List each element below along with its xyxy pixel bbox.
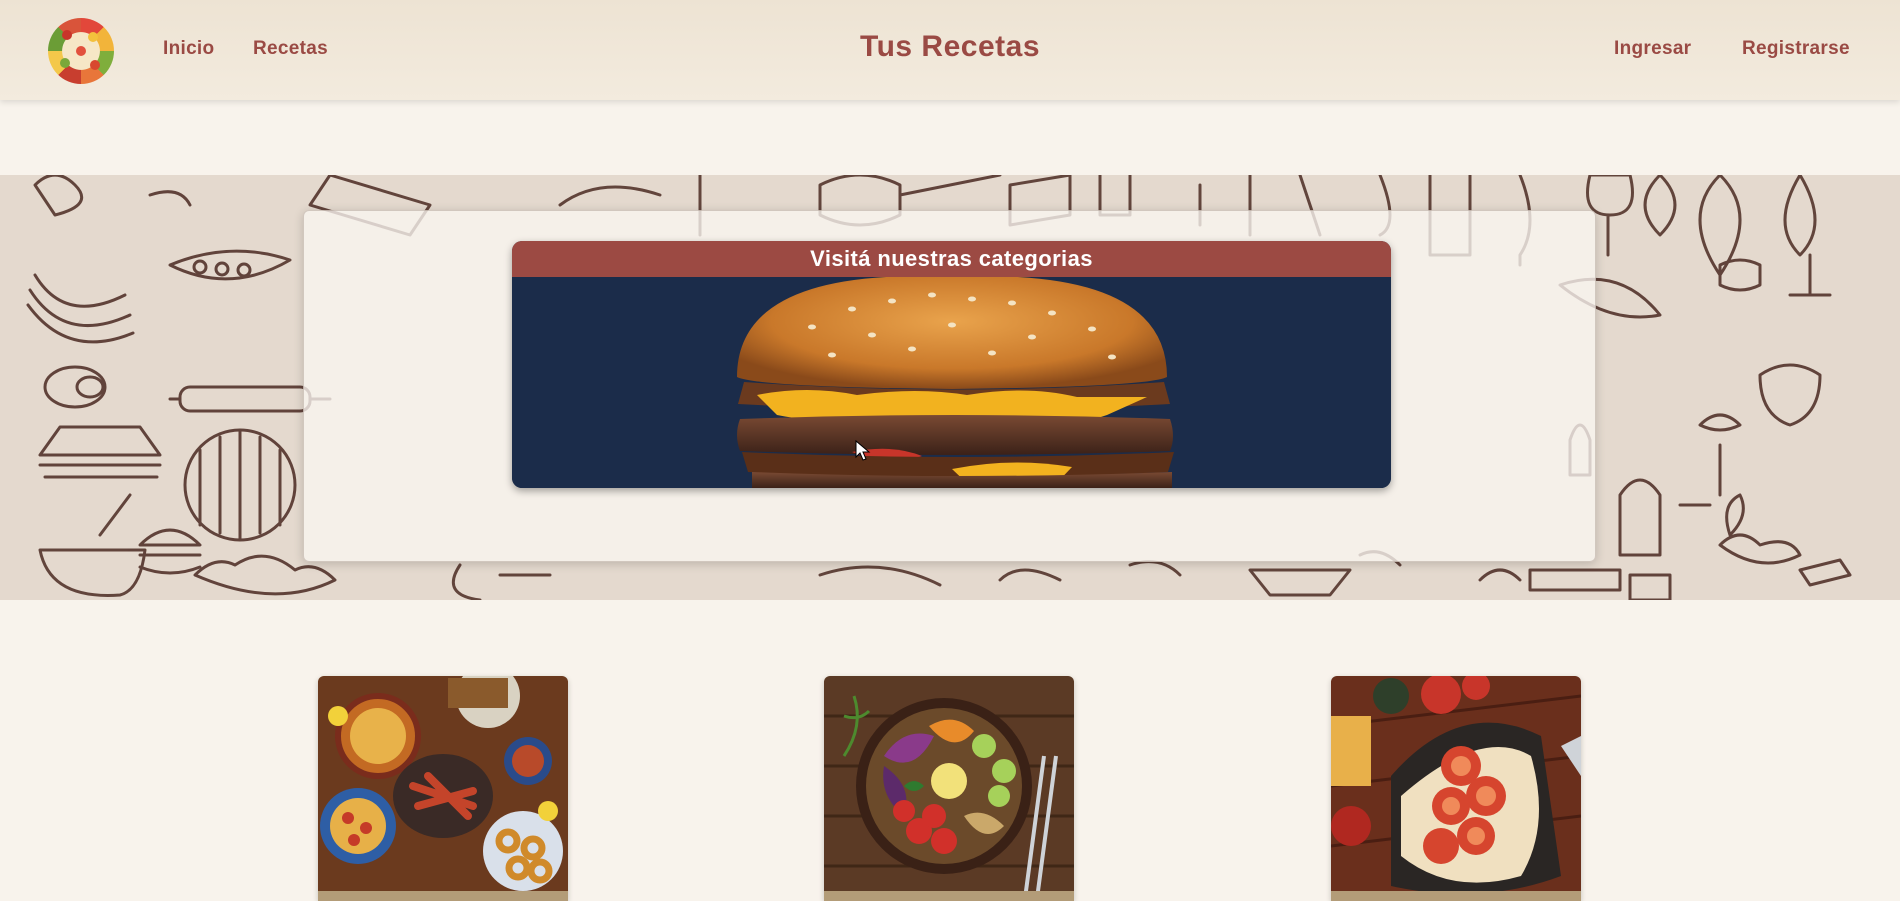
hero-doodle-band: Visitá nuestras categorias — [0, 175, 1900, 600]
register-link[interactable]: Registrarse — [1742, 38, 1850, 60]
category-caption-bar — [824, 891, 1074, 901]
category-card-traditional[interactable] — [318, 676, 568, 901]
login-link[interactable]: Ingresar — [1614, 38, 1691, 60]
traditional-dishes-image — [318, 676, 568, 901]
top-navbar: Inicio Recetas Tus Recetas Ingresar Regi… — [0, 0, 1900, 100]
category-caption-bar — [1331, 891, 1581, 901]
burger-image[interactable] — [512, 277, 1391, 488]
category-card-pizzas[interactable] — [1331, 676, 1581, 901]
carousel-title: Visitá nuestras categorias — [512, 241, 1391, 277]
category-carousel[interactable]: Visitá nuestras categorias — [512, 241, 1391, 488]
pizza-bread-image — [1331, 676, 1581, 901]
hero-card: Visitá nuestras categorias — [303, 210, 1596, 562]
category-card-salads[interactable] — [824, 676, 1074, 901]
salad-bowl-image — [824, 676, 1074, 901]
category-caption-bar — [318, 891, 568, 901]
